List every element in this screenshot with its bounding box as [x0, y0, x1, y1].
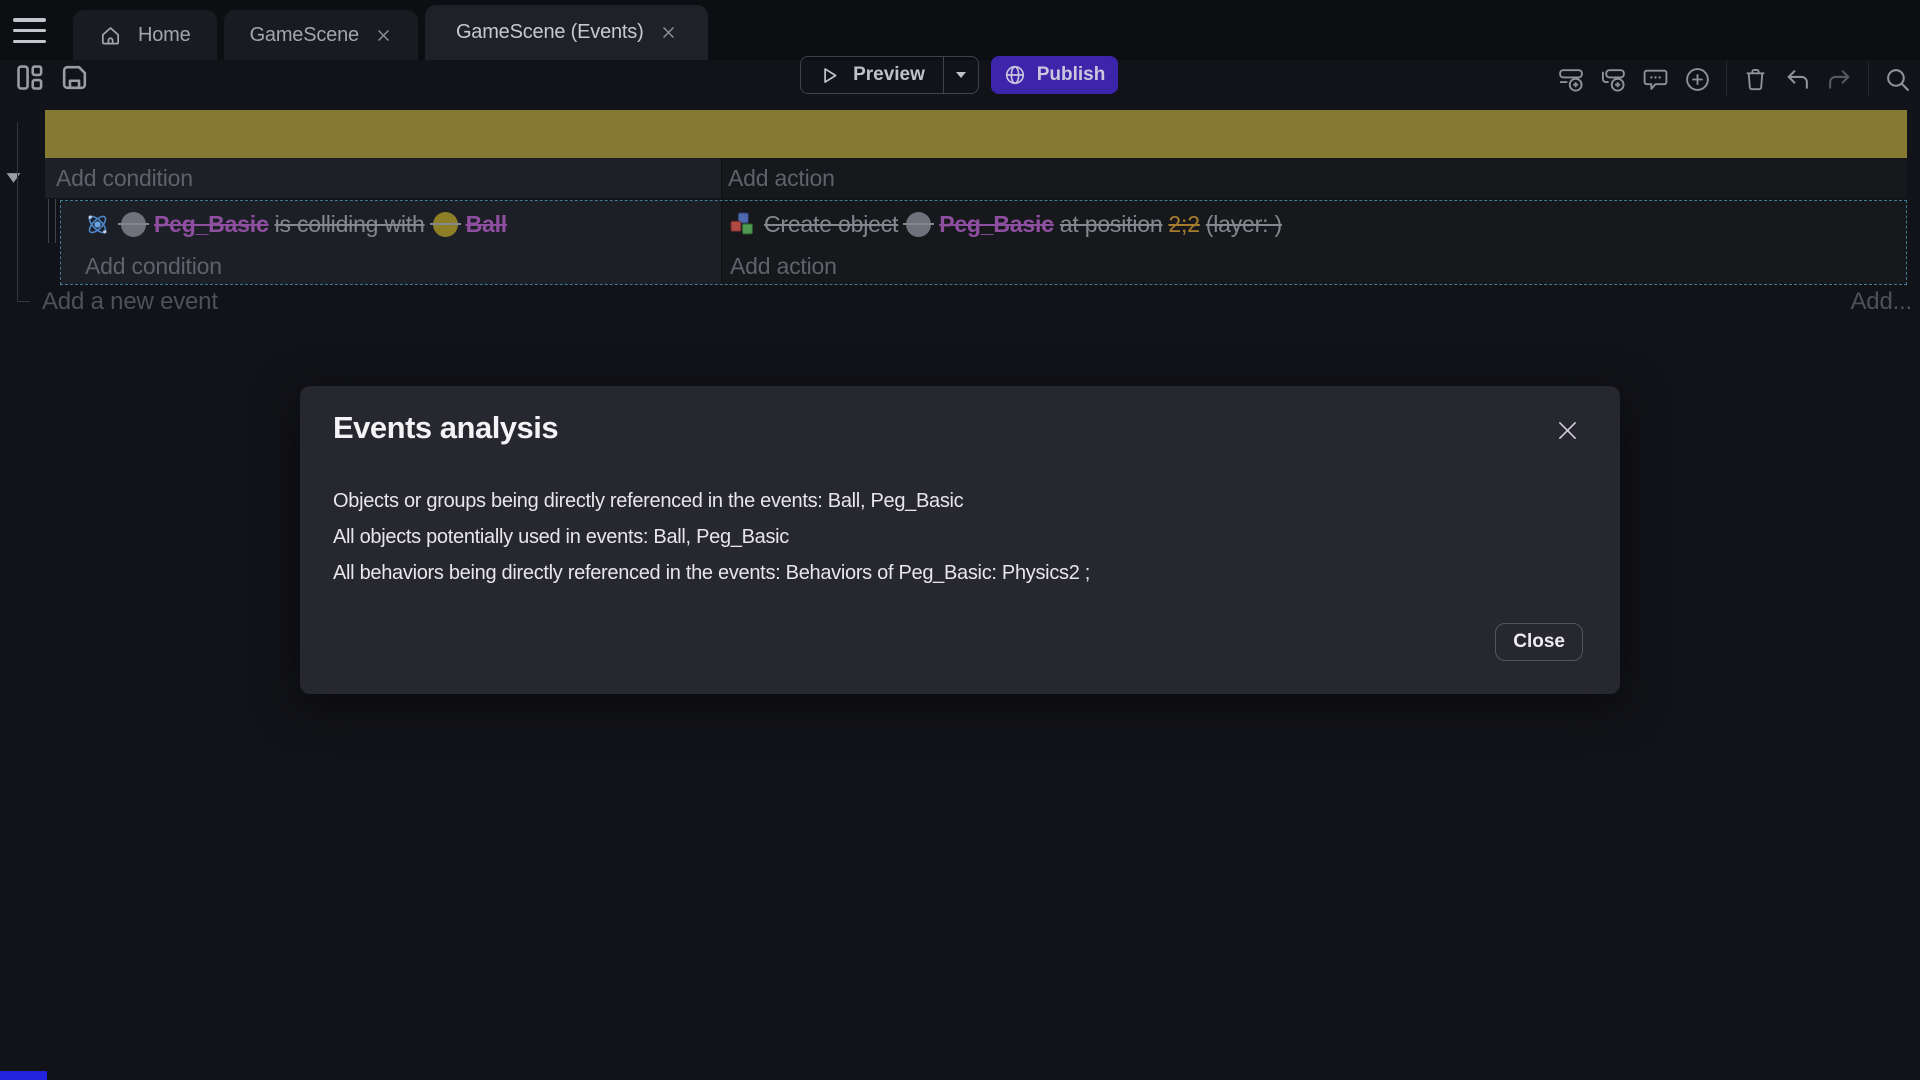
- search-icon[interactable]: [1884, 66, 1911, 93]
- toolbar-left: [14, 62, 90, 93]
- undo-icon[interactable]: [1784, 66, 1811, 93]
- preview-label: Preview: [853, 64, 925, 86]
- tab-label: GameScene (Events): [456, 21, 644, 44]
- action-text: at position: [1060, 211, 1163, 238]
- add-action-link[interactable]: Add action: [728, 165, 835, 192]
- redo-icon[interactable]: [1826, 66, 1853, 93]
- close-tab-icon[interactable]: [660, 24, 677, 41]
- add-new-event-link[interactable]: Add a new event: [42, 288, 218, 316]
- event-row[interactable]: Add condition Add action: [45, 158, 1907, 198]
- tab-label: Home: [138, 24, 191, 47]
- add-action-link[interactable]: Add action: [722, 247, 1906, 285]
- globe-icon: [1004, 64, 1026, 86]
- publish-button[interactable]: Publish: [991, 56, 1118, 94]
- save-icon[interactable]: [59, 62, 90, 93]
- actions-column: Create object Peg_Basic at position 2;2 …: [722, 201, 1906, 284]
- dialog-close-icon[interactable]: [1556, 419, 1579, 442]
- condition-statement[interactable]: Peg_Basic is colliding with Ball: [61, 201, 721, 247]
- add-condition-link[interactable]: Add condition: [56, 165, 193, 192]
- add-subevent-icon[interactable]: [1600, 66, 1627, 93]
- highlighted-group-event[interactable]: [45, 110, 1907, 158]
- dialog-body: Objects or groups being directly referen…: [333, 483, 1090, 591]
- object-thumbnail-ball: [433, 212, 458, 237]
- action-parameters: 2;2: [1168, 211, 1199, 238]
- add-event-icon[interactable]: [1558, 66, 1585, 93]
- close-tab-icon[interactable]: [375, 27, 392, 44]
- preview-split-button: Preview: [800, 56, 979, 94]
- events-analysis-dialog: Events analysis Objects or groups being …: [300, 386, 1620, 694]
- choose-event-type-icon[interactable]: [1684, 66, 1711, 93]
- action-verb: Create object: [764, 211, 898, 238]
- event-tree-guide: [17, 122, 18, 302]
- condition-object-name: Ball: [466, 211, 507, 238]
- dialog-title: Events analysis: [333, 410, 558, 446]
- tab-strip: Home GameScene GameScene (Events): [73, 5, 708, 60]
- tab-home[interactable]: Home: [73, 10, 217, 60]
- bottom-left-accent: [0, 1071, 47, 1080]
- event-indent-guide: [48, 199, 49, 243]
- object-thumbnail-peg-basic: [906, 212, 931, 237]
- analysis-line-objects-referenced: Objects or groups being directly referen…: [333, 483, 1090, 519]
- conditions-column: Peg_Basic is colliding with Ball Add con…: [61, 201, 722, 284]
- physics-behavior-icon: [85, 212, 110, 237]
- preview-button[interactable]: Preview: [800, 56, 944, 94]
- panels-layout-icon[interactable]: [14, 62, 45, 93]
- tab-gamescene[interactable]: GameScene: [224, 10, 418, 60]
- event-tree-guide: [17, 301, 30, 302]
- create-object-icon: [730, 212, 755, 237]
- preview-options-button[interactable]: [943, 56, 979, 94]
- delete-icon[interactable]: [1742, 66, 1769, 93]
- conditions-column: Add condition: [45, 158, 722, 198]
- selected-event-row[interactable]: Peg_Basic is colliding with Ball Add con…: [60, 200, 1907, 285]
- close-button[interactable]: Close: [1495, 623, 1583, 661]
- tab-label: GameScene: [250, 24, 359, 47]
- toolbar-right: [1558, 60, 1911, 98]
- toolbar-divider: [1868, 61, 1869, 97]
- action-text: (layer: ): [1206, 211, 1282, 238]
- main-menu-icon[interactable]: [13, 18, 46, 43]
- add-comment-icon[interactable]: [1642, 66, 1669, 93]
- add-condition-link[interactable]: Add condition: [61, 247, 721, 285]
- home-icon: [99, 24, 122, 47]
- condition-object-name: Peg_Basic: [154, 211, 269, 238]
- tab-gamescene-events[interactable]: GameScene (Events): [425, 5, 708, 60]
- event-indent-guide: [55, 199, 56, 243]
- analysis-line-objects-used: All objects potentially used in events: …: [333, 519, 1090, 555]
- action-statement[interactable]: Create object Peg_Basic at position 2;2 …: [722, 201, 1906, 247]
- chevron-down-icon: [955, 71, 967, 79]
- condition-text: is colliding with: [275, 211, 425, 238]
- actions-column: Add action: [722, 158, 1907, 198]
- add-more-link[interactable]: Add...: [1850, 288, 1912, 316]
- toolbar-divider: [1726, 61, 1727, 97]
- play-icon: [819, 65, 840, 86]
- action-object-name: Peg_Basic: [939, 211, 1054, 238]
- collapse-event-chevron-icon[interactable]: [5, 171, 22, 185]
- analysis-line-behaviors: All behaviors being directly referenced …: [333, 555, 1090, 591]
- publish-label: Publish: [1037, 64, 1106, 86]
- object-thumbnail-peg-basic: [121, 212, 146, 237]
- tab-bar: Home GameScene GameScene (Events): [0, 0, 1920, 60]
